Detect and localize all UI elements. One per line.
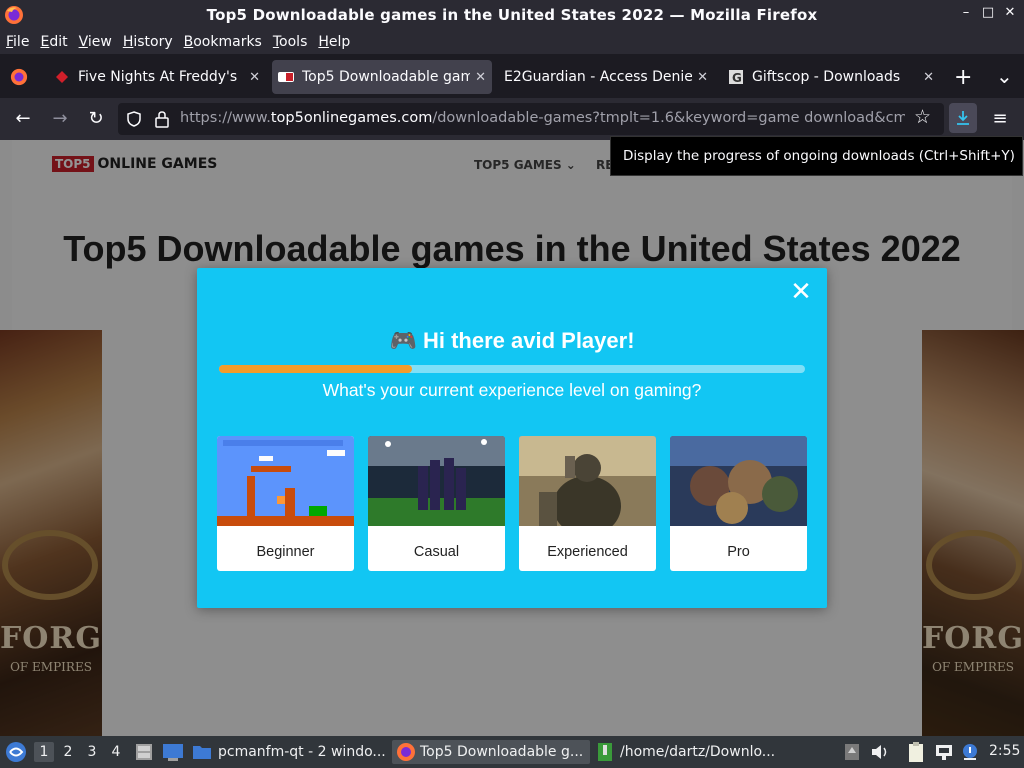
- archive-icon: [598, 743, 612, 761]
- modal-question: What's your current experience level on …: [322, 380, 702, 400]
- volume-icon[interactable]: [870, 742, 890, 762]
- firefox-view-icon[interactable]: [10, 68, 28, 86]
- desktop-1[interactable]: 1: [34, 742, 54, 762]
- modal-title: 🎮 Hi there avid Player!: [389, 328, 635, 353]
- tab-close-icon[interactable]: ✕: [475, 70, 486, 85]
- top5-favicon-icon: [278, 72, 294, 82]
- lock-icon[interactable]: [154, 110, 170, 128]
- folder-icon: [193, 746, 211, 759]
- desktop-3[interactable]: 3: [82, 742, 102, 762]
- gamepad-icon: 🎮: [389, 328, 417, 353]
- option-pro[interactable]: Pro: [670, 436, 807, 571]
- new-tab-button[interactable]: +: [954, 65, 972, 90]
- page-content: FORG OF EMPIRES FORG OF EMPIRES TOP5 ONL…: [0, 140, 1024, 736]
- maximize-button[interactable]: □: [980, 4, 996, 22]
- menu-bar: File Edit View History Bookmarks Tools H…: [0, 30, 1024, 54]
- svg-text:G: G: [732, 71, 742, 85]
- clock[interactable]: 2:55: [989, 743, 1020, 759]
- url-text[interactable]: https://www.top5onlinegames.com/download…: [180, 110, 905, 126]
- window-title: Top5 Downloadable games in the United St…: [206, 6, 818, 24]
- experience-level-modal: ✕ 🎮 Hi there avid Player! What's your cu…: [197, 268, 827, 608]
- task-terminal[interactable]: /home/dartz/Downlo...: [596, 740, 786, 764]
- tab-close-icon[interactable]: ✕: [249, 70, 260, 85]
- reload-button[interactable]: ↻: [83, 106, 109, 132]
- clipboard-icon[interactable]: [906, 741, 926, 763]
- firefox-logo-icon: [5, 6, 23, 24]
- fnaf-favicon-icon: [56, 71, 68, 83]
- menu-tools[interactable]: Tools: [273, 34, 308, 50]
- experience-options: Beginner Casual Experienced Pro: [217, 436, 807, 571]
- updates-icon[interactable]: [844, 742, 860, 762]
- quiz-progress-fill: [219, 365, 413, 373]
- title-bar: Top5 Downloadable games in the United St…: [0, 0, 1024, 30]
- tab-strip: Five Nights At Freddy's Fr ✕ Top5 Downlo…: [0, 54, 1024, 98]
- app-launcher-icon[interactable]: [5, 741, 27, 763]
- list-all-tabs-button[interactable]: ⌄: [996, 64, 1013, 88]
- menu-bookmarks[interactable]: Bookmarks: [184, 34, 262, 50]
- taskbar: 1 2 3 4 pcmanfm-qt - 2 windo... Top5 Dow…: [0, 736, 1024, 768]
- tab-five-nights[interactable]: Five Nights At Freddy's Fr ✕: [48, 60, 266, 94]
- tab-close-icon[interactable]: ✕: [923, 70, 934, 85]
- desktop-2[interactable]: 2: [58, 742, 78, 762]
- navigation-bar: ← → ↻ https://www.top5onlinegames.com/do…: [0, 98, 1024, 140]
- bookmark-star-icon[interactable]: ☆: [914, 106, 931, 128]
- modal-close-button[interactable]: ✕: [789, 279, 813, 305]
- back-button[interactable]: ←: [10, 106, 36, 132]
- desktop-4[interactable]: 4: [106, 742, 126, 762]
- shooter-thumbnail: [519, 436, 656, 536]
- tab-top5-games[interactable]: Top5 Downloadable game ✕: [272, 60, 492, 94]
- retro-platformer-thumbnail: [217, 436, 354, 526]
- giftscop-favicon-icon: G: [729, 70, 743, 85]
- tab-e2guardian[interactable]: E2Guardian - Access Denied ✕: [498, 60, 714, 94]
- menu-file[interactable]: File: [6, 34, 29, 50]
- menu-help[interactable]: Help: [318, 34, 350, 50]
- option-beginner[interactable]: Beginner: [217, 436, 354, 571]
- option-experienced[interactable]: Experienced: [519, 436, 656, 571]
- firefox-icon: [397, 743, 415, 761]
- downloads-tooltip: Display the progress of ongoing download…: [610, 136, 1023, 176]
- menu-edit[interactable]: Edit: [40, 34, 67, 50]
- tab-close-icon[interactable]: ✕: [697, 70, 708, 85]
- menu-view[interactable]: View: [79, 34, 112, 50]
- task-firefox[interactable]: Top5 Downloadable g...: [392, 740, 590, 764]
- option-casual[interactable]: Casual: [368, 436, 505, 571]
- moba-thumbnail: [670, 436, 807, 526]
- task-pcmanfm[interactable]: pcmanfm-qt - 2 windo...: [192, 740, 388, 764]
- forward-button[interactable]: →: [47, 106, 73, 132]
- file-cabinet-icon[interactable]: [134, 742, 154, 762]
- download-arrow-icon: [957, 111, 969, 125]
- url-bar[interactable]: https://www.top5onlinegames.com/download…: [118, 103, 944, 135]
- soccer-thumbnail: [368, 436, 505, 526]
- notification-icon[interactable]: [960, 742, 980, 762]
- downloads-button[interactable]: [949, 103, 977, 133]
- quiz-progress-bar: [219, 365, 805, 373]
- close-window-button[interactable]: ✕: [1002, 4, 1018, 22]
- tab-giftscop[interactable]: G Giftscop - Downloads ✕: [722, 60, 940, 94]
- network-icon[interactable]: [934, 742, 954, 762]
- tracking-protection-shield-icon[interactable]: [126, 111, 142, 127]
- show-desktop-icon[interactable]: [162, 742, 184, 762]
- minimize-button[interactable]: –: [958, 4, 974, 22]
- app-menu-button[interactable]: ≡: [987, 106, 1013, 132]
- menu-history[interactable]: History: [123, 34, 173, 50]
